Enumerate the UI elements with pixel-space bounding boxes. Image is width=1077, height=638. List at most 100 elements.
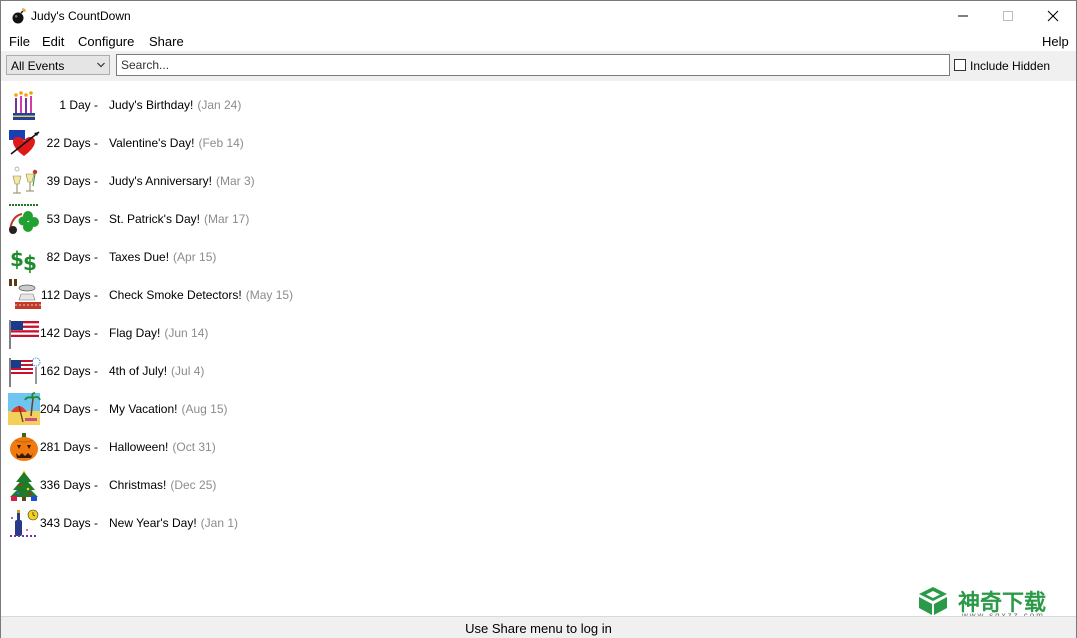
- close-button[interactable]: [1030, 1, 1076, 31]
- event-row[interactable]: 22 Days - Valentine's Day! (Feb 14): [1, 123, 601, 161]
- smoke-detector-icon: [9, 279, 41, 309]
- jack-o-lantern-icon: [10, 433, 38, 461]
- event-title: 4th of July!: [109, 364, 168, 378]
- event-name: Flag Day! (Jun 14): [109, 326, 208, 340]
- heart-arrow-icon: [9, 130, 40, 156]
- search-input[interactable]: [116, 54, 950, 76]
- minimize-icon: [958, 15, 968, 17]
- menu-file[interactable]: File: [9, 34, 30, 49]
- event-row[interactable]: 204 Days - My Vacation! (Aug 15): [1, 389, 601, 427]
- event-title: New Year's Day!: [109, 516, 197, 530]
- event-list: 1 Day - Judy's Birthday! (Jan 24) 22 Days…: [1, 85, 1076, 615]
- event-row[interactable]: 343 Days - New Year's Day! (Jan 1): [1, 503, 601, 541]
- event-name: Christmas! (Dec 25): [109, 478, 216, 492]
- event-filter-value: All Events: [11, 59, 65, 73]
- event-name: Taxes Due! (Apr 15): [109, 250, 216, 264]
- event-date: (Aug 15): [181, 402, 228, 416]
- include-hidden-checkbox[interactable]: [954, 59, 966, 71]
- event-days: 281 Days -: [39, 440, 98, 454]
- event-name: Judy's Birthday! (Jan 24): [109, 98, 241, 112]
- event-title: Christmas!: [109, 478, 167, 492]
- dollar-sign-icon: $ $: [10, 247, 37, 274]
- beach-umbrella-icon: [8, 392, 41, 425]
- menu-configure[interactable]: Configure: [78, 34, 134, 49]
- event-row[interactable]: 162 Days - 4th of July! (Jul 4): [1, 351, 601, 389]
- event-days: 112 Days -: [40, 288, 98, 302]
- flag-fireworks-icon: [9, 357, 41, 387]
- event-date: (Jan 24): [197, 98, 242, 112]
- event-date: (Jan 1): [200, 516, 239, 530]
- event-date: (Dec 25): [170, 478, 217, 492]
- event-days: 53 Days -: [46, 212, 98, 226]
- status-bar: Use Share menu to log in: [1, 616, 1076, 638]
- event-title: Check Smoke Detectors!: [109, 288, 242, 302]
- svg-text:$: $: [23, 251, 37, 274]
- maximize-icon: [1003, 11, 1013, 21]
- event-date: (Oct 31): [172, 440, 216, 454]
- menu-help[interactable]: Help: [1042, 34, 1069, 49]
- event-days: 204 Days -: [39, 402, 98, 416]
- menu-share[interactable]: Share: [149, 34, 184, 49]
- chevron-down-icon: [97, 62, 105, 68]
- event-row[interactable]: 281 Days - Halloween! (Oct 31): [1, 427, 601, 465]
- event-title: Valentine's Day!: [109, 136, 195, 150]
- svg-text:$: $: [10, 247, 24, 271]
- event-row[interactable]: $ $ 82 Days - Taxes Due! (Apr 15): [1, 237, 601, 275]
- event-title: Flag Day!: [109, 326, 161, 340]
- toolbar: All Events Include Hidden: [1, 51, 1076, 81]
- event-title: Halloween!: [109, 440, 169, 454]
- christmas-tree-icon: [10, 470, 38, 501]
- event-date: (Apr 15): [173, 250, 217, 264]
- event-title: Taxes Due!: [109, 250, 170, 264]
- event-days: 22 Days -: [46, 136, 98, 150]
- bomb-icon: [12, 8, 26, 24]
- app-window: Judy's CountDown File Edit Configure Sha…: [0, 0, 1077, 638]
- event-date: (Mar 17): [203, 212, 250, 226]
- event-title: St. Patrick's Day!: [109, 212, 200, 226]
- event-row[interactable]: 53 Days - St. Patrick's Day! (Mar 17): [1, 199, 601, 237]
- event-days: 82 Days -: [46, 250, 98, 264]
- event-date: (Jul 4): [171, 364, 205, 378]
- event-row[interactable]: 142 Days - Flag Day! (Jun 14): [1, 313, 601, 351]
- maximize-button[interactable]: [985, 1, 1031, 31]
- event-name: 4th of July! (Jul 4): [109, 364, 204, 378]
- event-name: Halloween! (Oct 31): [109, 440, 216, 454]
- event-row[interactable]: 336 Days - Christmas! (Dec 25): [1, 465, 601, 503]
- event-name: New Year's Day! (Jan 1): [109, 516, 238, 530]
- close-icon: [1047, 10, 1059, 22]
- event-filter-select[interactable]: All Events: [6, 55, 110, 75]
- shamrock-icon: [7, 202, 41, 234]
- birthday-candles-icon: [13, 91, 35, 120]
- event-name: St. Patrick's Day! (Mar 17): [109, 212, 249, 226]
- box-logo-icon: [919, 587, 947, 615]
- event-name: Judy's Anniversary! (Mar 3): [109, 174, 255, 188]
- event-row[interactable]: 112 Days - Check Smoke Detectors! (May 15…: [1, 275, 601, 313]
- event-title: My Vacation!: [109, 402, 178, 416]
- event-days: 39 Days -: [46, 174, 98, 188]
- include-hidden-label[interactable]: Include Hidden: [970, 59, 1050, 73]
- event-date: (Feb 14): [198, 136, 244, 150]
- menu-edit[interactable]: Edit: [42, 34, 64, 49]
- event-days: 142 Days -: [39, 326, 98, 340]
- event-days: 343 Days -: [39, 516, 98, 530]
- menu-bar: File Edit Configure Share Help: [1, 31, 1076, 51]
- status-text: Use Share menu to log in: [465, 621, 612, 636]
- event-days: 1 Day -: [59, 98, 98, 112]
- minimize-button[interactable]: [940, 1, 986, 31]
- event-title: Judy's Anniversary!: [109, 174, 213, 188]
- event-date: (May 15): [245, 288, 294, 302]
- event-row[interactable]: 39 Days - Judy's Anniversary! (Mar 3): [1, 161, 601, 199]
- us-flag-icon: [9, 320, 39, 349]
- event-days: 336 Days -: [39, 478, 98, 492]
- champagne-glasses-icon: [12, 166, 38, 194]
- event-row[interactable]: 1 Day - Judy's Birthday! (Jan 24): [1, 85, 601, 123]
- event-date: (Mar 3): [216, 174, 255, 188]
- title-bar[interactable]: Judy's CountDown: [1, 1, 1076, 31]
- event-days: 162 Days -: [39, 364, 98, 378]
- event-name: Check Smoke Detectors! (May 15): [109, 288, 293, 302]
- event-name: Valentine's Day! (Feb 14): [109, 136, 244, 150]
- event-name: My Vacation! (Aug 15): [109, 402, 228, 416]
- window-title: Judy's CountDown: [31, 9, 131, 23]
- new-year-bottle-icon: [10, 509, 39, 537]
- event-title: Judy's Birthday!: [109, 98, 194, 112]
